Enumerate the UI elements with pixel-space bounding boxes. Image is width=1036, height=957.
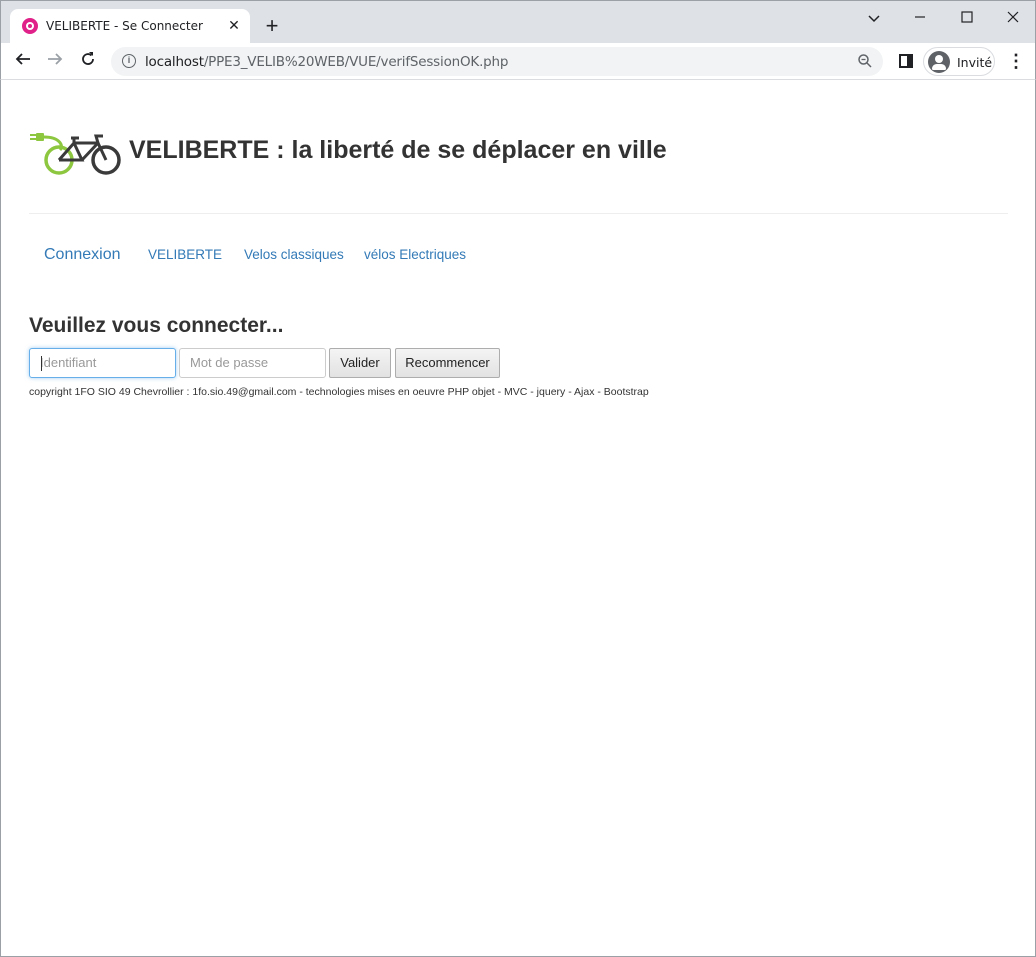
zoom-icon[interactable]: [857, 53, 873, 69]
valider-button[interactable]: Valider: [329, 348, 391, 378]
nav-velos-electriques[interactable]: vélos Electriques: [364, 247, 466, 262]
site-title: VELIBERTE : la liberté de se déplacer en…: [129, 136, 667, 164]
password-placeholder: Mot de passe: [190, 355, 269, 370]
url-path: /PPE3_VELIB%20WEB/VUE/verifSessionOK.php: [203, 54, 509, 70]
browser-tab[interactable]: VELIBERTE - Se Connecter ✕: [10, 9, 250, 45]
header-divider: [29, 213, 1008, 214]
identifiant-placeholder: Identifiant: [40, 355, 97, 370]
site-favicon-icon: [22, 18, 38, 34]
text-caret: [41, 356, 42, 371]
electric-bike-logo-icon[interactable]: [30, 128, 122, 176]
login-heading: Veuillez vous connecter...: [29, 314, 284, 337]
identifiant-input[interactable]: Identifiant: [29, 348, 176, 378]
new-tab-button[interactable]: +: [261, 15, 283, 37]
back-arrow-icon[interactable]: [11, 49, 35, 73]
tab-search-chevron-icon[interactable]: [863, 7, 885, 29]
profile-button[interactable]: Invité: [923, 47, 995, 76]
url-host: localhost: [145, 54, 204, 70]
reload-icon[interactable]: [76, 49, 100, 73]
url-text: localhost/PPE3_VELIB%20WEB/VUE/verifSess…: [145, 54, 508, 70]
kebab-menu-icon[interactable]: ⋮: [1007, 49, 1025, 73]
browser-toolbar: i localhost/PPE3_VELIB%20WEB/VUE/verifSe…: [0, 43, 1036, 80]
page-content: VELIBERTE : la liberté de se déplacer en…: [0, 80, 1036, 957]
forward-arrow-icon[interactable]: [43, 49, 67, 73]
footer-copyright: copyright 1FO SIO 49 Chevrollier : 1fo.s…: [29, 386, 649, 398]
side-panel-icon[interactable]: [899, 54, 913, 68]
tab-close-icon[interactable]: ✕: [226, 17, 242, 33]
close-window-button[interactable]: [1002, 7, 1024, 29]
nav-veliberte[interactable]: VELIBERTE: [148, 247, 222, 262]
avatar-icon: [928, 51, 950, 73]
nav-connexion[interactable]: Connexion: [44, 246, 121, 264]
nav-velos-classiques[interactable]: Velos classiques: [244, 247, 344, 262]
password-input[interactable]: Mot de passe: [179, 348, 326, 378]
address-bar[interactable]: i localhost/PPE3_VELIB%20WEB/VUE/verifSe…: [111, 47, 883, 76]
minimize-button[interactable]: [909, 7, 931, 29]
tab-title: VELIBERTE - Se Connecter: [46, 19, 203, 33]
browser-titlebar: VELIBERTE - Se Connecter ✕ +: [0, 0, 1036, 45]
profile-label: Invité: [957, 55, 993, 70]
site-info-icon[interactable]: i: [122, 54, 136, 68]
recommencer-button[interactable]: Recommencer: [395, 348, 500, 378]
maximize-button[interactable]: [956, 7, 978, 29]
